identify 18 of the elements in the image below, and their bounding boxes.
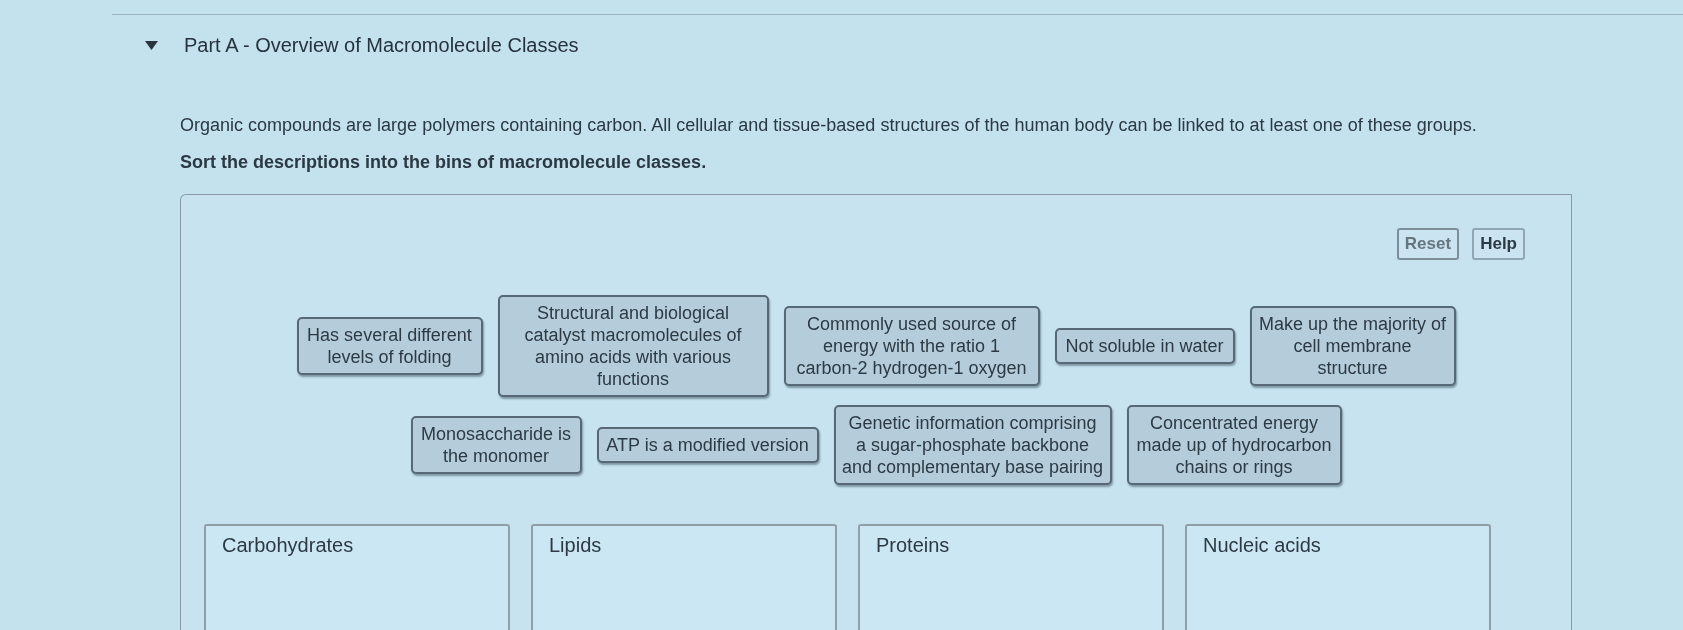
answer-card[interactable]: Concentrated energy made up of hydrocarbon chains or rings — [1126, 405, 1342, 485]
section-title: Part A - Overview of Macromolecule Classes — [184, 33, 579, 57]
answer-card[interactable]: ATP is a modified version — [596, 427, 819, 463]
bin-label: Lipids — [549, 534, 602, 556]
answer-card[interactable]: Commonly used source of energy with the ratio 1 carbon-2 hydrogen-1 oxygen — [783, 306, 1040, 386]
instructions-text: Organic compounds are large polymers containing carbon. All cellular and tissue-based structures of the human body can be linked to at least one of these groups. — [180, 114, 1478, 137]
answer-card[interactable]: Make up the majority of cell membrane structure — [1249, 306, 1456, 386]
answer-card[interactable]: Structural and biological catalyst macromolecules of amino acids with various functions — [497, 295, 769, 397]
bin-label: Nucleic acids — [1203, 534, 1321, 556]
answer-card[interactable]: Genetic information comprising a sugar-phosphate backbone and complementary base pairing — [833, 405, 1112, 485]
caret-icon[interactable] — [145, 40, 158, 50]
help-button[interactable]: Help — [1472, 228, 1525, 260]
answer-card[interactable]: Not soluble in water — [1054, 328, 1235, 364]
answer-card[interactable]: Monosaccharide is the monomer — [410, 416, 582, 474]
bin-label: Proteins — [876, 534, 950, 556]
bin-label: Carbohydrates — [222, 534, 354, 556]
answer-card[interactable]: Has several different levels of folding — [296, 317, 483, 375]
task-prompt: Sort the descriptions into the bins of macromolecule classes. — [180, 151, 708, 174]
